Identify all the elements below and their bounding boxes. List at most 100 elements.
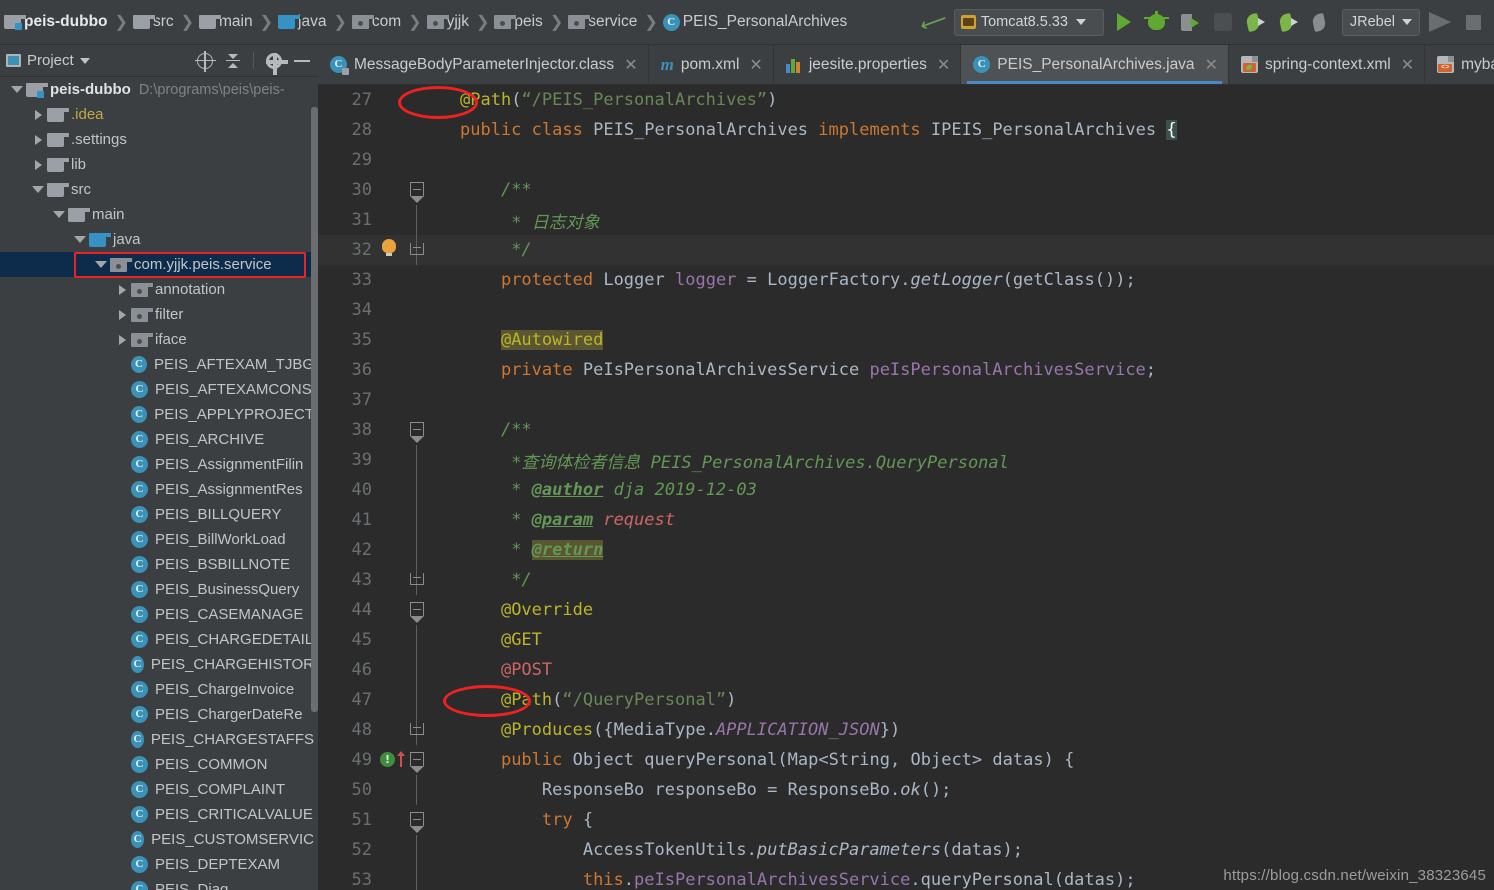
gear-icon[interactable] <box>266 52 288 75</box>
chevron-right-icon[interactable] <box>113 302 131 327</box>
code-text[interactable]: @POST <box>434 660 1494 680</box>
code-text[interactable]: */ <box>434 570 1494 590</box>
tree-row[interactable]: C PEIS_BILLQUERY <box>0 502 318 527</box>
code-line-43[interactable]: 43 */ <box>318 565 1494 595</box>
fold-collapse-icon[interactable] <box>410 602 424 623</box>
close-icon[interactable]: ✕ <box>624 55 637 75</box>
code-text[interactable]: /** <box>434 420 1494 440</box>
override-marker-icon[interactable]: ! <box>380 751 405 767</box>
tree-row[interactable]: C PEIS_APPLYPROJECT <box>0 402 318 427</box>
stop-icon[interactable] <box>1460 9 1486 35</box>
fold-collapse-icon[interactable] <box>410 422 424 443</box>
tree-row[interactable]: filter <box>0 302 318 327</box>
fold-region-end-icon[interactable] <box>410 723 424 735</box>
chevron-down-icon[interactable] <box>50 202 68 227</box>
editor-tab-pom-xml[interactable]: m pom.xml ✕ <box>649 45 774 84</box>
breadcrumb-item-main[interactable]: main <box>197 9 258 35</box>
code-line-35[interactable]: 35 @Autowired <box>318 325 1494 355</box>
tree-row[interactable]: main <box>0 202 318 227</box>
code-line-32[interactable]: 32 */ <box>318 235 1494 265</box>
editor-tab-peis-personalarchives-java[interactable]: C PEIS_PersonalArchives.java ✕ <box>961 45 1229 84</box>
tree-row[interactable]: .idea <box>0 102 318 127</box>
code-text[interactable]: @Autowired <box>434 330 1494 350</box>
tree-row[interactable]: C PEIS_Diag <box>0 877 318 890</box>
fold-collapse-icon[interactable] <box>410 752 424 773</box>
code-text[interactable]: @Produces({MediaType.APPLICATION_JSON}) <box>434 720 1494 740</box>
tree-row[interactable]: java <box>0 227 318 252</box>
tree-row[interactable]: C PEIS_BillWorkLoad <box>0 527 318 552</box>
breadcrumb-item-peis-dubbo[interactable]: peis-dubbo <box>2 9 113 35</box>
intention-bulb-icon[interactable] <box>382 239 396 256</box>
tree-row[interactable]: C PEIS_ARCHIVE <box>0 427 318 452</box>
code-text[interactable] <box>434 390 1494 410</box>
breadcrumb-item-peis[interactable]: peis <box>492 9 547 35</box>
code-text[interactable] <box>434 300 1494 320</box>
tree-row[interactable]: C PEIS_AFTEXAMCONS <box>0 377 318 402</box>
run-coverage-icon[interactable] <box>1177 9 1203 35</box>
code-line-38[interactable]: 38 /** <box>318 415 1494 445</box>
fold-region-end-icon[interactable] <box>410 573 424 585</box>
collapse-all-icon[interactable] <box>225 53 241 69</box>
editor-tab-jeesite-properties[interactable]: jeesite.properties ✕ <box>774 45 962 84</box>
locate-icon[interactable] <box>195 50 216 72</box>
chevron-right-icon[interactable] <box>113 277 131 302</box>
code-text[interactable]: try { <box>434 810 1494 830</box>
code-line-47[interactable]: 47 @Path(“/QueryPersonal”) <box>318 685 1494 715</box>
tree-row[interactable]: C PEIS_CHARGEHISTOR <box>0 652 318 677</box>
code-line-50[interactable]: 50 ResponseBo responseBo = ResponseBo.ok… <box>318 775 1494 805</box>
chevron-right-icon[interactable] <box>113 327 131 352</box>
code-line-46[interactable]: 46 @POST <box>318 655 1494 685</box>
close-icon[interactable]: ✕ <box>937 55 950 75</box>
code-line-49[interactable]: 49! public Object queryPersonal(Map<Stri… <box>318 745 1494 775</box>
tree-row[interactable]: C PEIS_COMMON <box>0 752 318 777</box>
code-line-37[interactable]: 37 <box>318 385 1494 415</box>
debug-icon[interactable] <box>1144 9 1170 35</box>
project-tree-scrollbar[interactable] <box>311 107 318 712</box>
close-icon[interactable]: ✕ <box>749 55 762 75</box>
code-text[interactable]: AccessTokenUtils.putBasicParameters(data… <box>434 840 1494 860</box>
code-text[interactable]: /** <box>434 180 1494 200</box>
code-line-52[interactable]: 52 AccessTokenUtils.putBasicParameters(d… <box>318 835 1494 865</box>
run-icon[interactable] <box>1111 9 1137 35</box>
minimize-icon[interactable] <box>294 59 310 62</box>
breadcrumb-item-yjjk[interactable]: yjjk <box>425 9 474 35</box>
chevron-down-icon[interactable] <box>71 227 89 252</box>
code-line-51[interactable]: 51 try { <box>318 805 1494 835</box>
code-text[interactable]: private PeIsPersonalArchivesService peIs… <box>434 360 1494 380</box>
tree-row[interactable]: C PEIS_CRITICALVALUE <box>0 802 318 827</box>
hammer-icon[interactable]: ⟵ <box>917 7 950 36</box>
code-text[interactable]: public Object queryPersonal(Map<String, … <box>434 750 1494 770</box>
code-line-45[interactable]: 45 @GET <box>318 625 1494 655</box>
breadcrumb-item-java[interactable]: java <box>276 9 331 35</box>
fold-collapse-icon[interactable] <box>410 812 424 833</box>
code-text[interactable]: @GET <box>434 630 1494 650</box>
editor-tab-myba[interactable]: <> myba <box>1425 45 1494 84</box>
jrebel-menu[interactable]: JRebel <box>1341 8 1420 36</box>
chevron-right-icon[interactable] <box>29 127 47 152</box>
tree-row[interactable]: C PEIS_CHARGEDETAIL <box>0 627 318 652</box>
code-text[interactable]: public class PEIS_PersonalArchives imple… <box>434 120 1494 140</box>
breadcrumb-item-com[interactable]: com <box>350 9 406 35</box>
fold-collapse-icon[interactable] <box>410 182 424 203</box>
project-title-group[interactable]: Project <box>6 52 90 69</box>
close-icon[interactable]: ✕ <box>1401 55 1414 75</box>
code-line-36[interactable]: 36 private PeIsPersonalArchivesService p… <box>318 355 1494 385</box>
code-line-30[interactable]: 30 /** <box>318 175 1494 205</box>
close-icon[interactable]: ✕ <box>1205 55 1218 75</box>
code-text[interactable]: protected Logger logger = LoggerFactory.… <box>434 270 1494 290</box>
tree-row[interactable]: src <box>0 177 318 202</box>
tree-row[interactable]: .settings <box>0 127 318 152</box>
code-text[interactable]: @Path(“/QueryPersonal”) <box>434 690 1494 710</box>
code-line-41[interactable]: 41 * @param request <box>318 505 1494 535</box>
code-text[interactable]: @Override <box>434 600 1494 620</box>
tree-row[interactable]: C PEIS_AFTEXAM_TJBG <box>0 352 318 377</box>
code-line-27[interactable]: 27 @Path(“/PEIS_PersonalArchives”) <box>318 85 1494 115</box>
wizard-hat-icon[interactable] <box>1427 9 1453 35</box>
chevron-down-icon[interactable] <box>29 177 47 202</box>
chevron-down-icon[interactable] <box>79 57 90 64</box>
chevron-down-icon[interactable] <box>92 252 110 277</box>
code-line-28[interactable]: 28 public class PEIS_PersonalArchives imp… <box>318 115 1494 145</box>
tree-row[interactable]: C PEIS_DEPTEXAM <box>0 852 318 877</box>
tree-row[interactable]: C PEIS_AssignmentFilin <box>0 452 318 477</box>
tree-row[interactable]: C PEIS_BSBILLNOTE <box>0 552 318 577</box>
